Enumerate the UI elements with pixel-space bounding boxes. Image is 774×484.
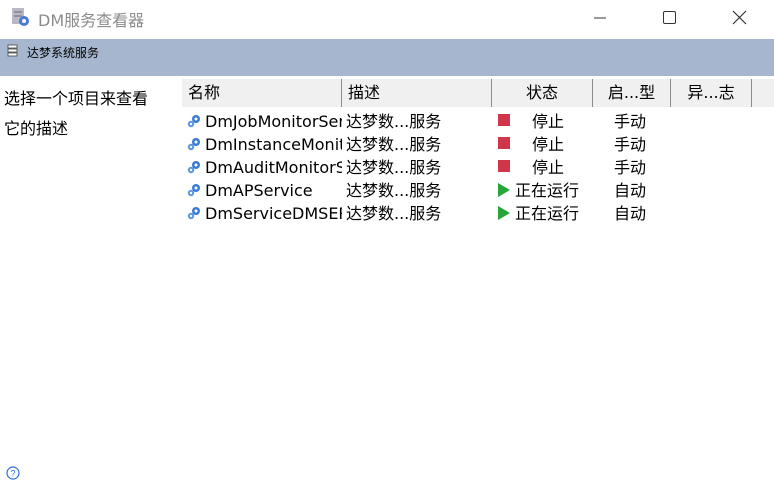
- minimize-button[interactable]: [577, 0, 623, 36]
- title-bar: DM服务查看器: [0, 0, 774, 36]
- service-startup-type: 自动: [614, 181, 647, 200]
- column-header-startup-type[interactable]: 启...型: [593, 79, 671, 107]
- service-description: 达梦数...服务: [346, 204, 442, 223]
- service-startup-type: 手动: [614, 112, 647, 131]
- server-icon: [6, 43, 20, 57]
- services-table: DmJobMonitorService 达梦数...服务 停止 手动 DmIns…: [182, 110, 774, 225]
- service-status: 停止: [532, 135, 565, 154]
- app-icon: [11, 7, 31, 27]
- description-line-1: 选择一个项目来查看: [4, 89, 149, 108]
- gear-icon: [186, 133, 204, 156]
- service-name: DmAPService: [205, 181, 313, 200]
- maximize-button[interactable]: [646, 0, 692, 36]
- gear-icon: [186, 156, 204, 179]
- service-status: 停止: [532, 112, 565, 131]
- table-row[interactable]: DmAPService 达梦数...服务 正在运行 自动: [182, 179, 774, 202]
- svg-text:?: ?: [10, 469, 15, 479]
- services-header-strip: 达梦系统服务: [0, 39, 774, 76]
- stopped-icon: [498, 156, 512, 179]
- column-header-event-log[interactable]: 异...志: [671, 79, 752, 107]
- window-title: DM服务查看器: [38, 11, 145, 30]
- table-row[interactable]: DmInstanceMonitorService 达梦数...服务 停止 手动: [182, 133, 774, 156]
- table-row[interactable]: DmJobMonitorService 达梦数...服务 停止 手动: [182, 110, 774, 133]
- service-description: 达梦数...服务: [346, 158, 442, 177]
- gear-icon: [186, 179, 204, 202]
- service-description: 达梦数...服务: [346, 112, 442, 131]
- service-status: 正在运行: [515, 181, 580, 200]
- gear-icon: [186, 202, 204, 225]
- description-line-2: 它的描述: [4, 119, 69, 138]
- column-header-name[interactable]: 名称: [182, 79, 342, 107]
- column-header-description[interactable]: 描述: [342, 79, 492, 107]
- service-startup-type: 手动: [614, 135, 647, 154]
- table-row[interactable]: DmAuditMonitorService 达梦数...服务 停止 手动: [182, 156, 774, 179]
- description-panel: 选择一个项目来查看 它的描述: [4, 84, 180, 144]
- service-name: DmAuditMonitorService: [205, 158, 342, 177]
- table-row[interactable]: DmServiceDMSERVER 达梦数...服务 正在运行 自动: [182, 202, 774, 225]
- service-status: 正在运行: [515, 204, 580, 223]
- column-header-status[interactable]: 状态: [492, 79, 593, 107]
- service-startup-type: 自动: [614, 204, 647, 223]
- service-name: DmJobMonitorService: [205, 112, 342, 131]
- service-name: DmServiceDMSERVER: [205, 204, 342, 223]
- service-description: 达梦数...服务: [346, 181, 442, 200]
- table-header: 名称 描述 状态 启...型 异...志: [182, 79, 774, 107]
- gear-icon: [186, 110, 204, 133]
- service-description: 达梦数...服务: [346, 135, 442, 154]
- service-status: 停止: [532, 158, 565, 177]
- close-button[interactable]: [716, 0, 762, 36]
- running-icon: [498, 202, 512, 225]
- running-icon: [498, 179, 512, 202]
- stopped-icon: [498, 110, 512, 133]
- service-startup-type: 手动: [614, 158, 647, 177]
- strip-label: 达梦系统服务: [27, 46, 100, 60]
- stopped-icon: [498, 133, 512, 156]
- service-name: DmInstanceMonitorService: [205, 135, 342, 154]
- help-icon[interactable]: ?: [6, 465, 20, 480]
